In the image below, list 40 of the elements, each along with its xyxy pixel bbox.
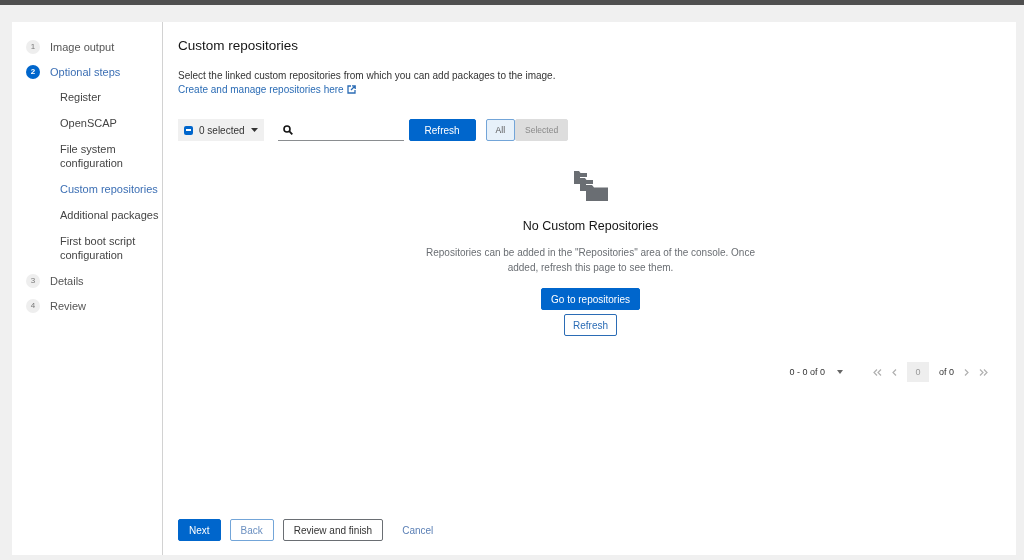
next-button[interactable]: Next <box>178 519 221 541</box>
empty-state-title: No Custom Repositories <box>522 219 659 233</box>
step-number: 3 <box>26 273 40 288</box>
toggle-button[interactable]: All <box>485 119 516 141</box>
search-icon <box>282 124 293 135</box>
wizard-substep[interactable]: Register <box>26 84 162 110</box>
page-count: of 0 <box>939 367 954 377</box>
next-page-icon[interactable] <box>964 368 969 376</box>
wizard-step[interactable]: 1 Image output <box>26 34 162 59</box>
wizard-substep[interactable]: Additional packages <box>26 202 162 228</box>
manage-repositories-link[interactable]: Create and manage repositories here <box>178 84 356 95</box>
first-page-icon[interactable] <box>873 368 882 376</box>
description-text: Select the linked custom repositories from which you can add packages to the image. <box>178 70 557 81</box>
caret-icon <box>837 370 843 374</box>
wizard-substep[interactable]: First boot script configuration <box>26 228 162 268</box>
previous-page-icon[interactable] <box>892 368 897 376</box>
step-number: 4 <box>26 298 40 313</box>
refresh-button[interactable]: Refresh <box>564 314 617 336</box>
back-button[interactable]: Back <box>229 519 274 541</box>
wizard-substep[interactable]: Custom repositories <box>26 176 162 202</box>
wizard-step[interactable]: 4 Review <box>26 293 162 318</box>
review-and-finish-button[interactable]: Review and finish <box>282 519 384 541</box>
folders-icon <box>573 169 608 201</box>
wizard-substep[interactable]: File system configuration <box>26 136 162 176</box>
step-number: 1 <box>26 39 40 54</box>
wizard-step[interactable]: 2 Optional steps <box>26 59 162 84</box>
refresh-button[interactable]: Refresh <box>408 119 476 141</box>
checkbox[interactable] <box>184 125 193 135</box>
caret-icon <box>250 128 258 132</box>
wizard-substep[interactable]: OpenSCAP <box>26 110 162 136</box>
wizard-step[interactable]: 3 Details <box>26 268 162 293</box>
cancel-link[interactable]: Cancel <box>402 524 434 536</box>
step-number: 2 <box>26 64 40 79</box>
bulk-select-dropdown[interactable]: 0 selected <box>178 119 264 141</box>
empty-state-text: Repositories can be added in the "Repositories" area of the console. Once added, refresh this page to see them. <box>425 246 756 275</box>
go-to-repositories-button[interactable]: Go to repositories <box>541 288 640 310</box>
pagination-dropdown[interactable]: 0 - 0 of 0 <box>789 367 843 377</box>
last-page-icon[interactable] <box>979 368 988 376</box>
external-link-icon <box>346 85 356 94</box>
page-title: Custom repositories <box>178 38 300 53</box>
